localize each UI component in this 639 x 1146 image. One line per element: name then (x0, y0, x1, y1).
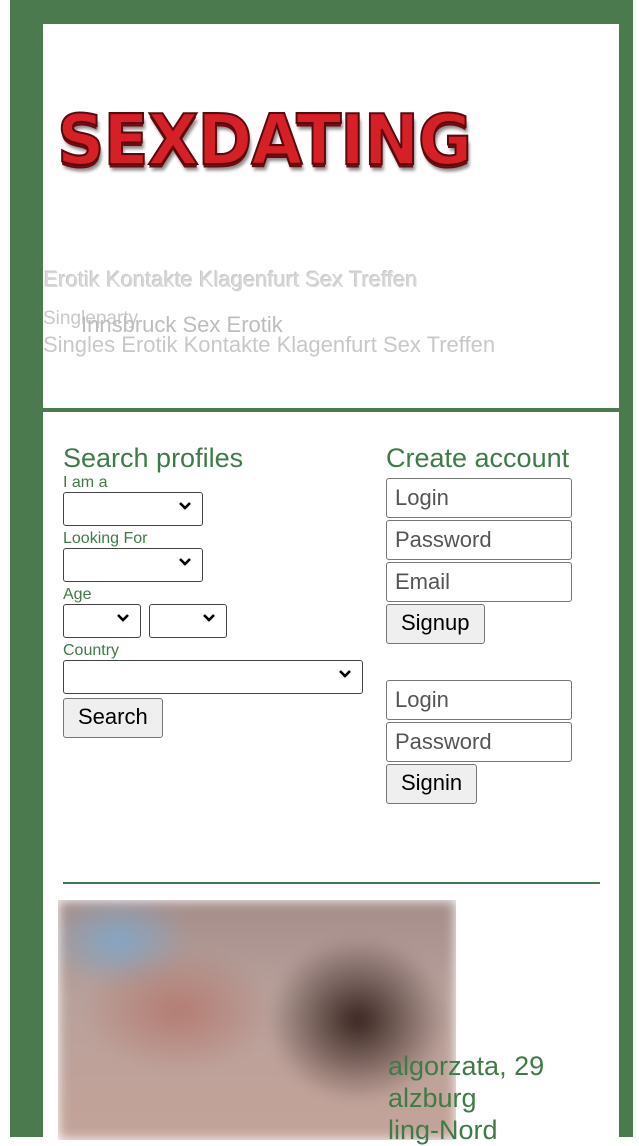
chevron-down-icon (203, 614, 215, 622)
main-content: Search profiles I am a Looking For Age C… (43, 412, 619, 1145)
header-link-singles-erotik[interactable]: Singles Erotik Kontakte Klagenfurt Sex T… (43, 328, 563, 362)
country-label: Country (63, 642, 120, 659)
chevron-down-icon (117, 614, 129, 622)
signup-password-input[interactable]: Password (386, 520, 572, 560)
signup-email-input[interactable]: Email (386, 562, 572, 602)
site-logo[interactable]: SEXDATING (56, 100, 473, 181)
profile-district: ling-Nord (388, 1115, 498, 1145)
create-account-title: Create account (386, 443, 570, 473)
search-profiles-form: Search profiles I am a Looking For Age C… (63, 442, 363, 738)
looking-for-select[interactable] (63, 548, 203, 582)
age-to-select[interactable] (149, 604, 227, 638)
profile-city: alzburg (388, 1083, 477, 1113)
i-am-label: I am a (63, 474, 108, 491)
signup-button[interactable]: Signup (386, 604, 485, 644)
chevron-down-icon (339, 670, 351, 678)
logo-text: SEXDATING (56, 100, 473, 181)
country-select[interactable] (63, 660, 363, 694)
header-link-erotik-kontakte-overlap[interactable]: Erotik Kontakte Klagenfurt Sex Treffen (44, 267, 418, 293)
create-account-form: Create account Login Password Email Sign… (386, 442, 586, 804)
site-header: SEXDATING Erotik Kontakte Klagenfurt Sex… (43, 24, 619, 408)
signup-login-input[interactable]: Login (386, 478, 572, 518)
i-am-select[interactable] (63, 492, 203, 526)
signin-button[interactable]: Signin (386, 764, 478, 804)
looking-for-label: Looking For (63, 530, 148, 547)
chevron-down-icon (179, 558, 191, 566)
profile-name-age[interactable]: algorzata, 29 (388, 1050, 608, 1082)
search-button[interactable]: Search (63, 698, 163, 738)
age-range (63, 604, 363, 642)
profile-info: algorzata, 29 alzburg ling-Nord (388, 1050, 608, 1146)
age-from-select[interactable] (63, 604, 141, 638)
chevron-down-icon (179, 502, 191, 510)
signin-login-input[interactable]: Login (386, 680, 572, 720)
section-divider (63, 882, 600, 884)
age-label: Age (63, 586, 92, 603)
signin-password-input[interactable]: Password (386, 722, 572, 762)
search-profiles-title: Search profiles (63, 443, 244, 473)
